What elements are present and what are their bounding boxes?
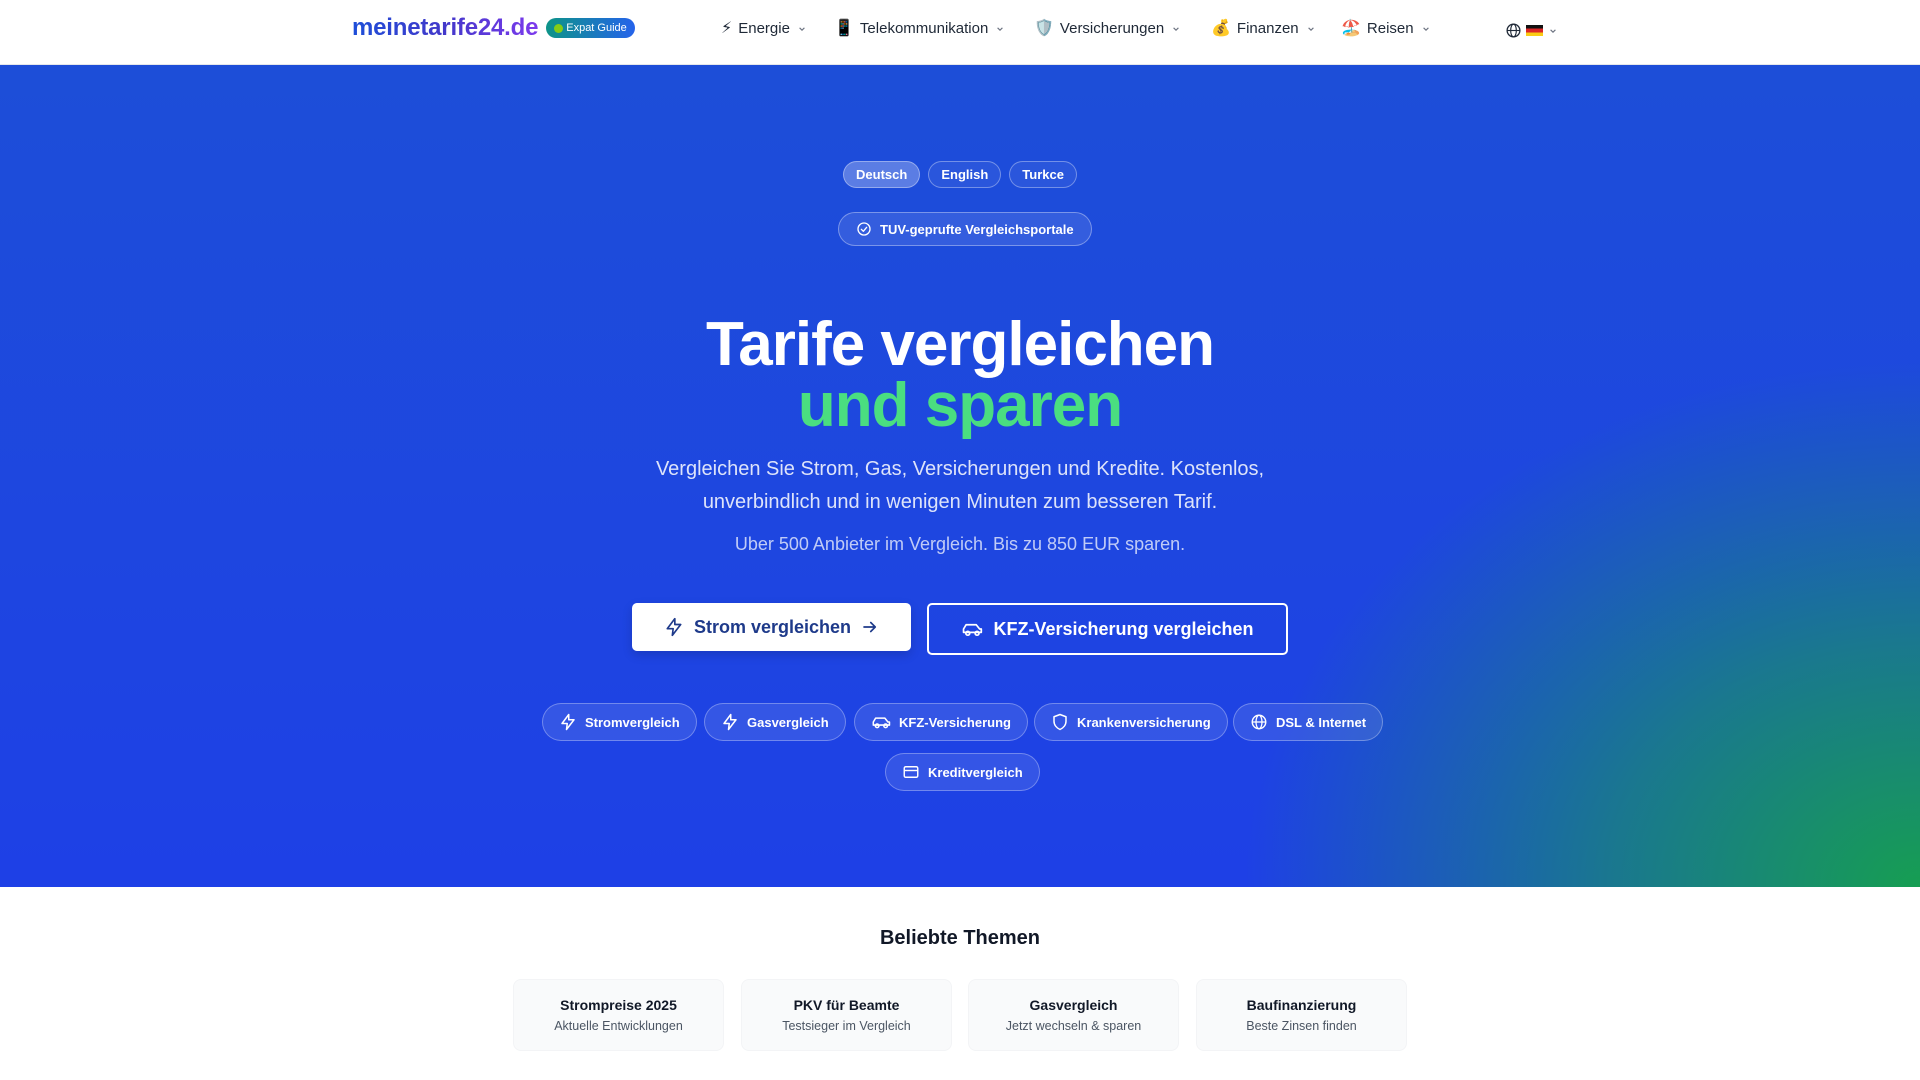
nav-label-telekommunikation: Telekommunikation: [859, 20, 989, 37]
money-bag-icon: 💰: [1211, 19, 1231, 37]
chevron-down-icon: [997, 26, 1004, 31]
chip-label: Gasvergleich: [747, 714, 829, 730]
hero-subtitle-secondary: Uber 500 Anbieter im Vergleich. Bis zu 8…: [734, 534, 1186, 554]
brand-logo-text[interactable]: meinetarife24.de: [352, 14, 538, 42]
bolt-icon: [561, 713, 575, 731]
globe-icon: [1251, 714, 1267, 730]
globe-icon: [1506, 23, 1521, 38]
chip-label: Stromvergleich: [585, 714, 680, 730]
hero-subtitle: Vergleichen Sie Strom, Gas, Versicherung…: [655, 458, 1265, 513]
expat-guide-badge[interactable]: Expat Guide: [546, 18, 635, 38]
topics-title: Beliebte Themen: [879, 927, 1041, 949]
chip-kreditvergleich[interactable]: Kreditvergleich: [885, 753, 1040, 791]
language-pill-turkce[interactable]: Turkce: [1009, 161, 1077, 188]
chip-label: DSL & Internet: [1276, 714, 1367, 730]
hero-section: Deutsch English Turkce TUV-geprufte Verg…: [0, 65, 1920, 887]
topic-card-gasvergleich[interactable]: Gasvergleich Jetzt wechseln & sparen: [968, 979, 1179, 1051]
lightning-icon: ⚡: [721, 19, 733, 37]
language-pill-english[interactable]: English: [928, 161, 1002, 188]
topic-card-pkv-beamte[interactable]: PKV für Beamte Testsieger im Vergleich: [741, 979, 952, 1051]
trust-badge: TUV-geprufte Vergleichsportale: [838, 212, 1092, 246]
topic-card-subtitle: Aktuelle Entwicklungen: [554, 1019, 683, 1033]
chip-kfz-versicherung[interactable]: KFZ-Versicherung: [854, 703, 1028, 741]
topic-card-subtitle: Beste Zinsen finden: [1246, 1019, 1357, 1033]
strom-vergleichen-label: Strom vergleichen: [693, 616, 852, 637]
nav-label-reisen: Reisen: [1366, 20, 1414, 37]
chevron-down-icon: [1173, 26, 1179, 31]
chip-gasvergleich[interactable]: Gasvergleich: [704, 703, 846, 741]
nav-item-energie[interactable]: ⚡ Energie: [721, 20, 806, 37]
nav-item-reisen[interactable]: 🏖️ Reisen: [1341, 20, 1430, 37]
car-icon: [872, 717, 891, 729]
topic-card-title: Strompreise 2025: [560, 997, 677, 1013]
hero-headline-line1: Tarife vergleichen: [705, 310, 1215, 379]
chip-krankenversicherung[interactable]: Krankenversicherung: [1034, 703, 1228, 741]
topic-card-strompreise[interactable]: Strompreise 2025 Aktuelle Entwicklungen: [513, 979, 724, 1051]
chevron-down-icon: [1307, 26, 1314, 31]
topic-card-baufinanzierung[interactable]: Baufinanzierung Beste Zinsen finden: [1196, 979, 1407, 1051]
chip-label: Krankenversicherung: [1077, 714, 1211, 730]
chip-dsl-internet[interactable]: DSL & Internet: [1233, 703, 1384, 741]
strom-vergleichen-button[interactable]: Strom vergleichen: [632, 603, 911, 651]
topic-card-subtitle: Testsieger im Vergleich: [782, 1019, 911, 1033]
kfz-versicherung-vergleichen-label: KFZ-Versicherung vergleichen: [993, 618, 1254, 639]
nav-item-versicherungen[interactable]: 🛡️ Versicherungen: [1034, 20, 1180, 37]
trust-badge-label: TUV-geprufte Vergleichsportale: [880, 221, 1074, 237]
chevron-down-icon: [799, 26, 805, 31]
bolt-icon: [723, 713, 737, 731]
shield-icon: [1053, 713, 1067, 731]
shield-icon: 🛡️: [1034, 19, 1054, 37]
hero-headline-line2: und sparen: [797, 371, 1123, 440]
chip-label: Kreditvergleich: [928, 764, 1023, 780]
nav-item-finanzen[interactable]: 💰 Finanzen: [1211, 20, 1315, 37]
car-icon: [963, 623, 983, 637]
german-flag-icon: [1526, 25, 1543, 36]
language-pill-deutsch[interactable]: Deutsch: [843, 161, 921, 188]
site-header: meinetarife24.de Expat Guide ⚡ Energie 📱…: [0, 0, 1920, 65]
topic-card-title: PKV für Beamte: [793, 997, 900, 1013]
expat-guide-label: Expat Guide: [566, 22, 627, 34]
chip-label: KFZ-Versicherung: [899, 714, 1011, 730]
brand[interactable]: meinetarife24.de Expat Guide: [352, 14, 635, 42]
nav-item-telekommunikation[interactable]: 📱 Telekommunikation: [834, 20, 1004, 37]
bolt-icon: [666, 617, 682, 637]
chevron-down-icon: [1422, 26, 1429, 31]
nav-label-energie: Energie: [738, 20, 790, 37]
check-circle-icon: [857, 222, 871, 236]
credit-card-icon: [903, 766, 919, 778]
topic-card-title: Baufinanzierung: [1246, 997, 1357, 1013]
language-switcher[interactable]: [1505, 22, 1557, 39]
mobile-phone-icon: 📱: [834, 19, 854, 37]
topic-card-subtitle: Jetzt wechseln & sparen: [1005, 1019, 1142, 1033]
nav-label-versicherungen: Versicherungen: [1059, 20, 1165, 37]
beach-umbrella-icon: 🏖️: [1341, 19, 1361, 37]
chevron-down-icon: [1550, 28, 1556, 33]
chip-stromvergleich[interactable]: Stromvergleich: [542, 703, 697, 741]
language-pills: Deutsch English Turkce: [0, 161, 1920, 188]
nav-label-finanzen: Finanzen: [1236, 20, 1299, 37]
kfz-versicherung-vergleichen-button[interactable]: KFZ-Versicherung vergleichen: [927, 603, 1288, 655]
arrow-right-icon: [863, 621, 877, 633]
topic-card-title: Gasvergleich: [1029, 997, 1118, 1013]
globe-dot-icon: [554, 23, 564, 33]
